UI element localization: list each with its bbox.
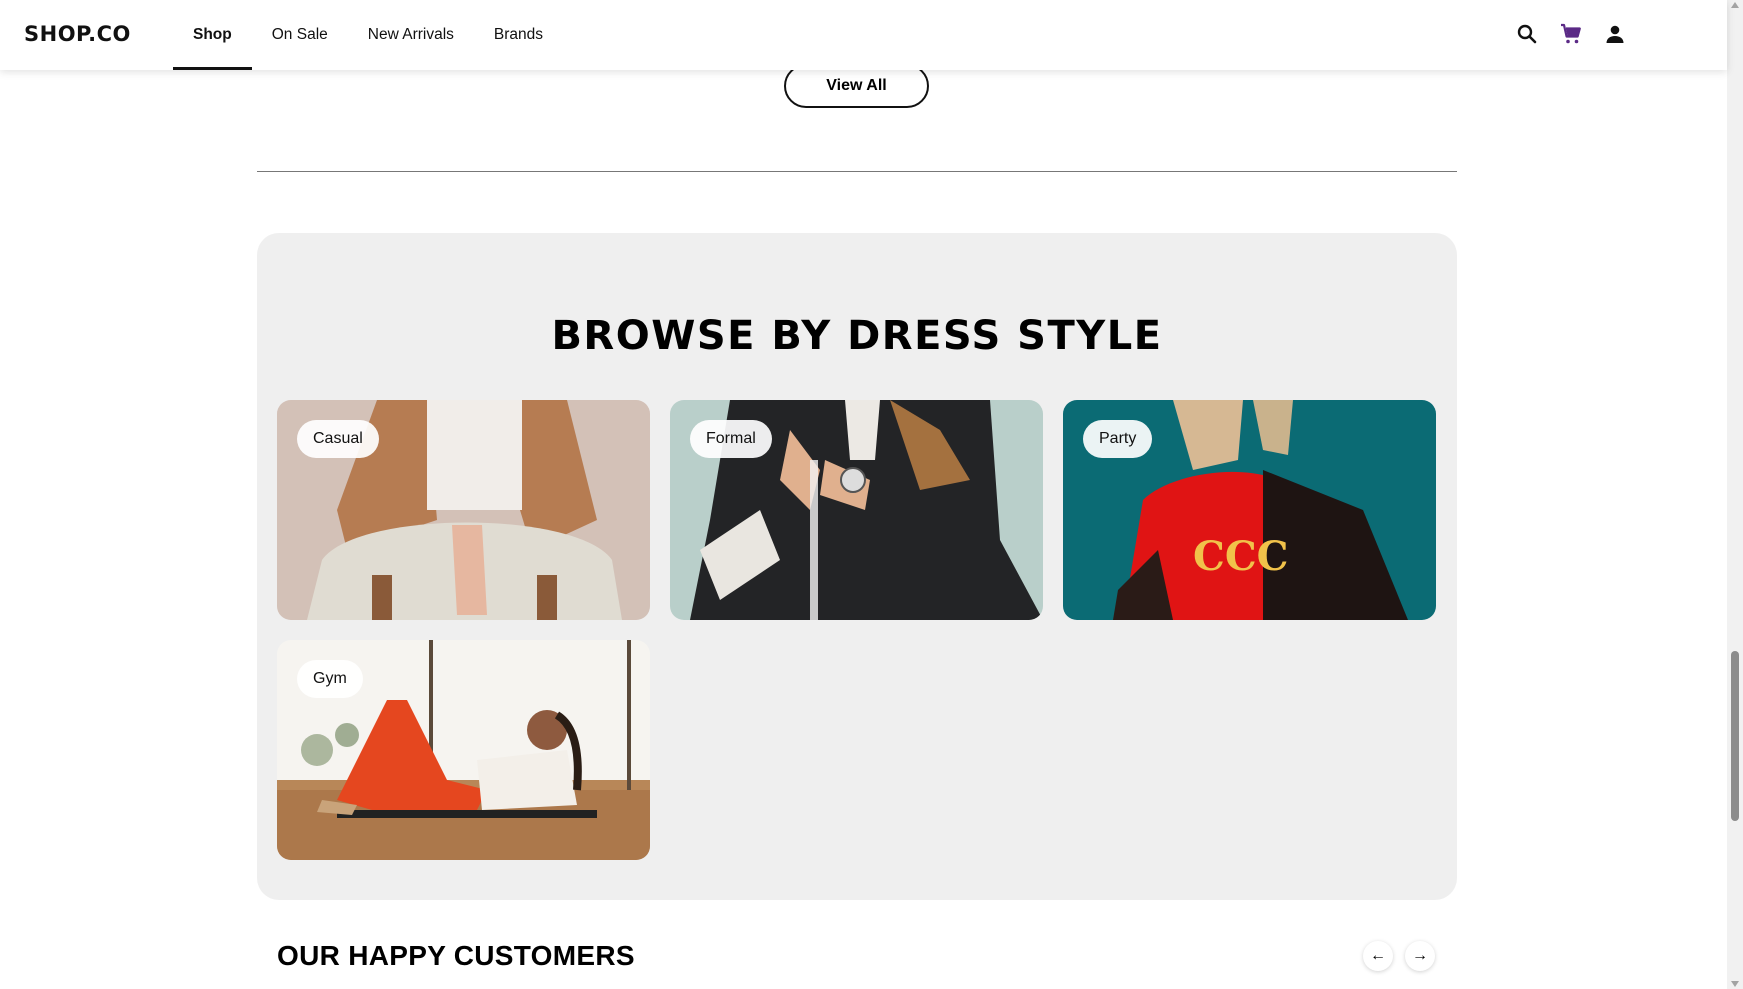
site-header: SHOP.CO Shop On Sale New Arrivals Brands [0, 0, 1727, 70]
style-label-casual: Casual [297, 420, 379, 458]
cart-icon[interactable] [1559, 22, 1583, 46]
style-card-party[interactable]: ССС Party [1063, 400, 1436, 620]
style-label-gym: Gym [297, 660, 363, 698]
section-divider [257, 171, 1457, 172]
browse-title: BROWSE BY DRESS STYLE [551, 313, 1163, 359]
style-label-party: Party [1083, 420, 1153, 458]
browse-section: BROWSE BY DRESS STYLE Casual Formal ССС … [257, 233, 1457, 900]
style-card-casual[interactable]: Casual [277, 400, 650, 620]
page-scrollbar[interactable] [1727, 0, 1743, 989]
scroll-thumb[interactable] [1731, 651, 1739, 821]
search-icon[interactable] [1515, 22, 1539, 46]
account-icon[interactable] [1603, 22, 1627, 46]
logo[interactable]: SHOP.CO [24, 22, 131, 46]
view-all-button[interactable]: View All [784, 64, 929, 108]
page: SHOP.CO Shop On Sale New Arrivals Brands [0, 0, 1743, 989]
nav-new-arrivals[interactable]: New Arrivals [348, 0, 474, 70]
style-card-formal[interactable]: Formal [670, 400, 1043, 620]
nav-on-sale[interactable]: On Sale [252, 0, 348, 70]
nav-shop[interactable]: Shop [173, 0, 252, 70]
scroll-down-icon[interactable] [1731, 981, 1739, 987]
nav-brands[interactable]: Brands [474, 0, 563, 70]
scroll-up-icon[interactable] [1731, 2, 1739, 8]
style-card-gym[interactable]: Gym [277, 640, 650, 860]
customers-prev-button[interactable]: ← [1363, 941, 1393, 971]
header-actions [1515, 22, 1627, 46]
customers-next-button[interactable]: → [1405, 941, 1435, 971]
customers-title: OUR HAPPY CUSTOMERS [277, 940, 635, 971]
svg-text:ССС: ССС [1193, 533, 1289, 580]
main-nav: Shop On Sale New Arrivals Brands [173, 0, 563, 70]
style-label-formal: Formal [690, 420, 772, 458]
